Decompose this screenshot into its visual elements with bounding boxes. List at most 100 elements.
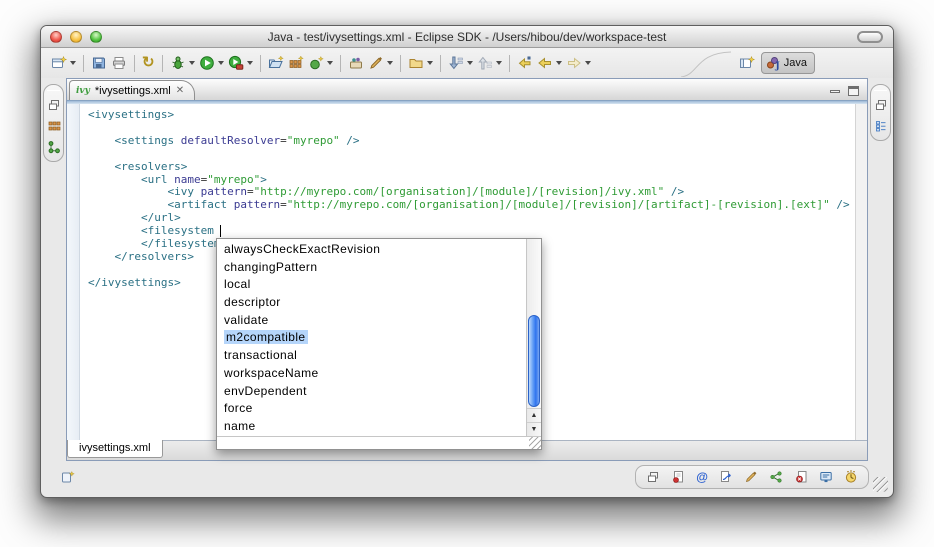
- dropdown-arrow-icon[interactable]: [427, 61, 433, 65]
- restore-view-icon[interactable]: [47, 98, 61, 112]
- new-wizard-icon: [51, 55, 67, 71]
- back-button[interactable]: [535, 51, 564, 75]
- search-icon: [368, 55, 384, 71]
- autocomplete-scrollbar[interactable]: ▲ ▼: [526, 239, 541, 436]
- package-explorer-view-icon[interactable]: [47, 119, 61, 133]
- scroll-down-icon[interactable]: ▼: [527, 422, 541, 436]
- search-view-icon[interactable]: [744, 470, 758, 484]
- progress-view-icon[interactable]: [844, 470, 858, 484]
- autocomplete-item[interactable]: envDependent: [217, 383, 526, 401]
- dropdown-arrow-icon[interactable]: [556, 61, 562, 65]
- autocomplete-item[interactable]: m2compatible: [217, 329, 526, 347]
- perspective-bar: J Java: [737, 51, 815, 75]
- zoom-button[interactable]: [90, 31, 102, 43]
- next-annotation-icon: [448, 55, 464, 71]
- toolbar-separator: [83, 55, 84, 72]
- previous-annotation-button[interactable]: [475, 51, 504, 75]
- right-fastview-bar: [870, 84, 891, 141]
- window-resize-grip[interactable]: [873, 477, 888, 492]
- open-type-button[interactable]: [346, 51, 366, 75]
- run-external-tools-button[interactable]: [226, 51, 255, 75]
- run-button[interactable]: [197, 51, 226, 75]
- autocomplete-list: alwaysCheckExactRevisionchangingPatternl…: [217, 239, 526, 436]
- search-button[interactable]: [366, 51, 395, 75]
- drag-handle[interactable]: [874, 90, 887, 91]
- minimize-editor-icon[interactable]: [830, 90, 840, 93]
- dropdown-arrow-icon[interactable]: [387, 61, 393, 65]
- autocomplete-item[interactable]: alwaysCheckExactRevision: [217, 241, 526, 259]
- print-icon: [111, 55, 127, 71]
- forward-button[interactable]: [564, 51, 593, 75]
- next-annotation-button[interactable]: [446, 51, 475, 75]
- autocomplete-item[interactable]: transactional: [217, 347, 526, 365]
- new-java-project-button[interactable]: [266, 51, 286, 75]
- close-button[interactable]: [50, 31, 62, 43]
- type-hierarchy-view-icon[interactable]: [47, 140, 61, 154]
- toolbar-separator: [134, 55, 135, 72]
- open-type-icon: [348, 55, 364, 71]
- fastview-icon-tray: @: [635, 465, 869, 489]
- console-view-icon[interactable]: [819, 470, 833, 484]
- autocomplete-item[interactable]: force: [217, 400, 526, 418]
- maximize-editor-icon[interactable]: [848, 86, 859, 96]
- debug-icon: [170, 55, 186, 71]
- toolbar-separator: [400, 55, 401, 72]
- new-java-package-button[interactable]: [286, 51, 306, 75]
- last-edit-location-button[interactable]: [515, 51, 535, 75]
- print-button[interactable]: [109, 51, 129, 75]
- fast-view-button[interactable]: [61, 470, 75, 484]
- eclipse-window: Java - test/ivysettings.xml - Eclipse SD…: [40, 25, 894, 498]
- dropdown-arrow-icon[interactable]: [189, 61, 195, 65]
- synchronize-view-icon[interactable]: [769, 470, 783, 484]
- annotation-ruler[interactable]: [67, 104, 80, 440]
- autocomplete-item[interactable]: name: [217, 418, 526, 436]
- titlebar[interactable]: Java - test/ivysettings.xml - Eclipse SD…: [41, 26, 893, 48]
- dropdown-arrow-icon[interactable]: [496, 61, 502, 65]
- outline-view-icon[interactable]: [874, 119, 888, 133]
- minimize-button[interactable]: [70, 31, 82, 43]
- dropdown-arrow-icon[interactable]: [467, 61, 473, 65]
- problems-view-icon[interactable]: [671, 470, 685, 484]
- popup-resize-grip[interactable]: [529, 437, 541, 449]
- status-bar: @: [41, 461, 893, 497]
- scrollbar-thumb[interactable]: [528, 315, 540, 407]
- autocomplete-item[interactable]: descriptor: [217, 294, 526, 312]
- autocomplete-item[interactable]: local: [217, 276, 526, 294]
- tab-close-icon[interactable]: ✕: [176, 85, 184, 96]
- javadoc-view-icon[interactable]: @: [696, 470, 708, 484]
- java-perspective-button[interactable]: J Java: [761, 52, 815, 74]
- scroll-up-icon[interactable]: ▲: [527, 408, 541, 422]
- dropdown-arrow-icon[interactable]: [218, 61, 224, 65]
- refresh-icon: ↻: [142, 55, 155, 71]
- autocomplete-item[interactable]: validate: [217, 312, 526, 330]
- open-perspective-button[interactable]: [737, 51, 757, 75]
- toolbar-separator: [509, 55, 510, 72]
- dropdown-arrow-icon[interactable]: [327, 61, 333, 65]
- toolbar-separator: [260, 55, 261, 72]
- new-java-class-button[interactable]: [306, 51, 335, 75]
- autocomplete-item[interactable]: workspaceName: [217, 365, 526, 383]
- source-page-tab[interactable]: ivysettings.xml: [67, 440, 163, 458]
- debug-button[interactable]: [168, 51, 197, 75]
- error-log-view-icon[interactable]: [794, 470, 808, 484]
- restore-view-icon[interactable]: [646, 470, 660, 484]
- toolbar-separator: [440, 55, 441, 72]
- restore-view-icon[interactable]: [874, 98, 888, 112]
- editor-tab[interactable]: ivy *ivysettings.xml ✕: [69, 80, 195, 100]
- autocomplete-item[interactable]: changingPattern: [217, 259, 526, 277]
- overview-ruler[interactable]: [855, 104, 867, 440]
- toolbar-toggle-button[interactable]: [857, 31, 883, 43]
- drag-handle[interactable]: [47, 90, 60, 91]
- left-fastview-bar: [43, 84, 64, 162]
- new-wizard-button[interactable]: [49, 51, 78, 75]
- text-cursor: [220, 225, 221, 237]
- open-resource-icon: [408, 55, 424, 71]
- save-button[interactable]: [89, 51, 109, 75]
- dropdown-arrow-icon[interactable]: [70, 61, 76, 65]
- back-icon: [537, 55, 553, 71]
- open-resource-button[interactable]: [406, 51, 435, 75]
- dropdown-arrow-icon[interactable]: [585, 61, 591, 65]
- declaration-view-icon[interactable]: [719, 470, 733, 484]
- dropdown-arrow-icon[interactable]: [247, 61, 253, 65]
- refresh-button[interactable]: ↻: [140, 51, 157, 75]
